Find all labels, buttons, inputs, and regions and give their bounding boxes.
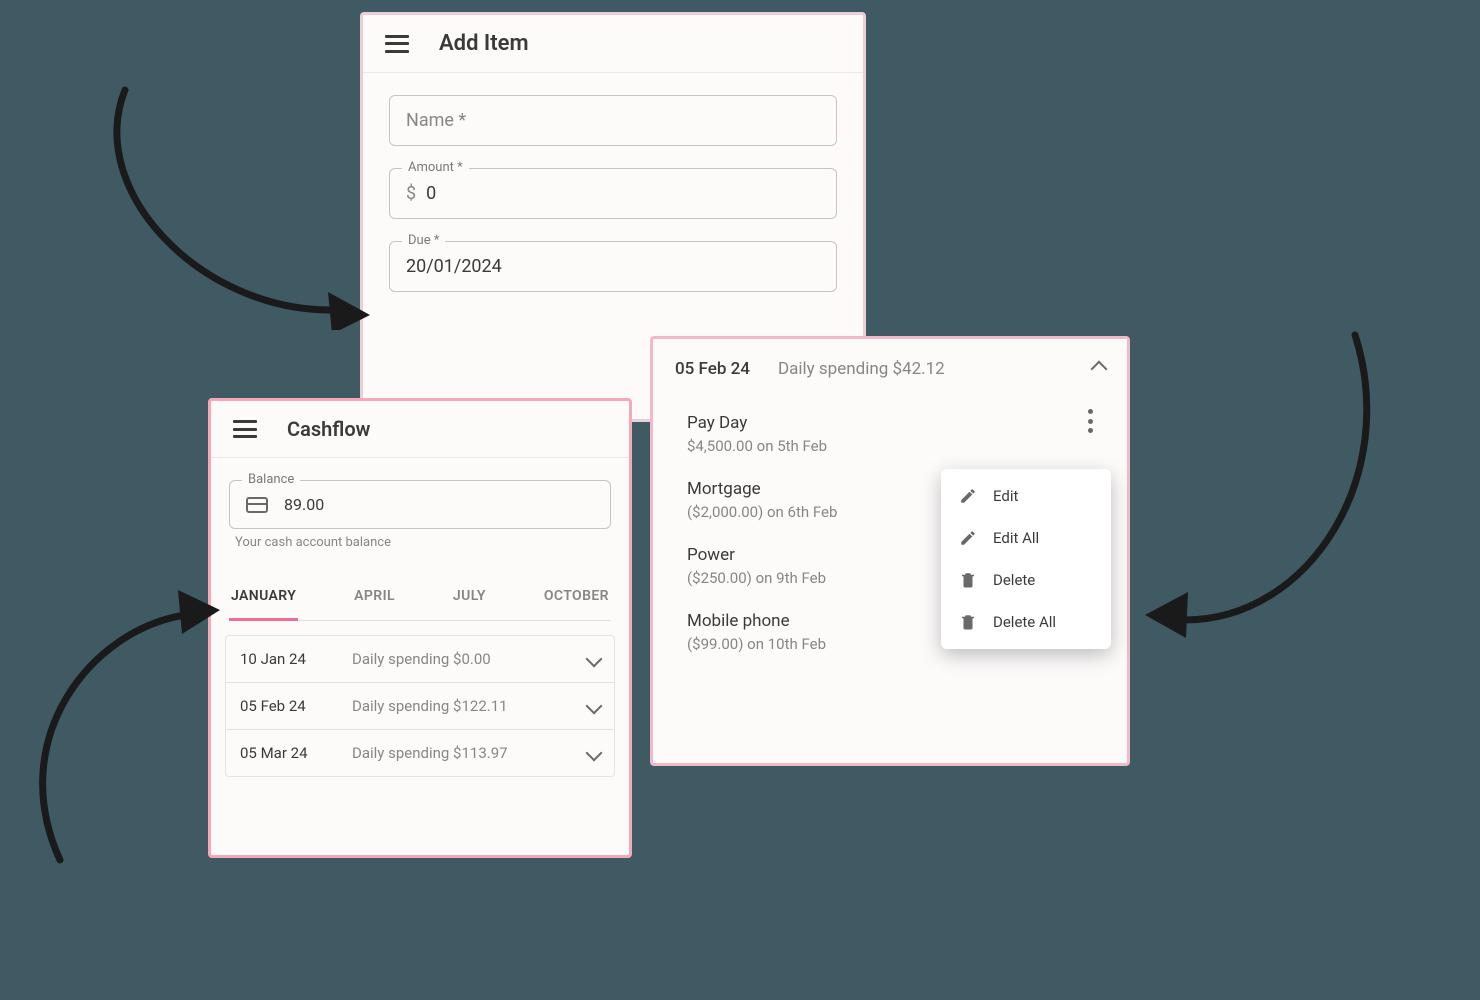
detail-spend: Daily spending $42.12: [778, 359, 1093, 379]
cashflow-row[interactable]: 10 Jan 24 Daily spending $0.00: [226, 636, 614, 683]
balance-helper: Your cash account balance: [235, 535, 629, 550]
card-icon: [246, 497, 268, 513]
context-menu: Edit Edit All Delete Delete All: [941, 469, 1111, 649]
hamburger-icon[interactable]: [385, 35, 409, 53]
arrow-decoration: [10, 570, 220, 870]
amount-field[interactable]: Amount * $0: [389, 168, 837, 219]
pencil-icon: [959, 487, 977, 505]
menu-edit[interactable]: Edit: [941, 475, 1111, 517]
detail-date: 05 Feb 24: [675, 359, 750, 379]
chevron-down-icon: [586, 698, 603, 715]
kebab-icon[interactable]: [1081, 409, 1099, 433]
due-field[interactable]: Due * 20/01/2024: [389, 241, 837, 292]
tab-january[interactable]: JANUARY: [229, 578, 298, 621]
balance-field[interactable]: Balance 89.00: [229, 480, 611, 529]
menu-edit-all[interactable]: Edit All: [941, 517, 1111, 559]
item-name: Pay Day: [687, 413, 1127, 433]
add-item-topbar: Add Item: [363, 15, 863, 73]
menu-delete[interactable]: Delete: [941, 559, 1111, 601]
menu-edit-all-label: Edit All: [993, 529, 1039, 547]
pencil-icon: [959, 529, 977, 547]
cashflow-row[interactable]: 05 Mar 24 Daily spending $113.97: [226, 730, 614, 776]
cashflow-panel: Cashflow Balance 89.00 Your cash account…: [208, 398, 632, 858]
cashflow-title: Cashflow: [287, 417, 370, 441]
due-label: Due *: [402, 233, 445, 248]
balance-value: 89.00: [284, 495, 324, 514]
trash-icon: [959, 571, 977, 589]
detail-header[interactable]: 05 Feb 24 Daily spending $42.12: [653, 339, 1127, 399]
item-sub: $4,500.00 on 5th Feb: [687, 437, 1127, 455]
tab-april[interactable]: APRIL: [352, 578, 397, 620]
arrow-decoration: [70, 70, 370, 330]
name-placeholder: Name *: [406, 110, 466, 131]
row-spend: Daily spending $0.00: [352, 650, 588, 668]
menu-delete-label: Delete: [993, 571, 1035, 589]
row-date: 05 Feb 24: [240, 697, 352, 715]
chevron-down-icon: [586, 651, 603, 668]
amount-value: 0: [426, 183, 436, 204]
cashflow-row[interactable]: 05 Feb 24 Daily spending $122.11: [226, 683, 614, 730]
menu-edit-label: Edit: [993, 487, 1018, 505]
chevron-down-icon: [586, 745, 603, 762]
hamburger-icon[interactable]: [233, 420, 257, 438]
add-item-title: Add Item: [439, 31, 529, 56]
balance-label: Balance: [242, 472, 300, 487]
detail-panel: 05 Feb 24 Daily spending $42.12 Pay Day …: [650, 336, 1130, 766]
currency-symbol: $: [406, 183, 416, 204]
arrow-decoration: [1130, 320, 1380, 660]
row-date: 10 Jan 24: [240, 650, 352, 668]
tab-july[interactable]: JULY: [451, 578, 488, 620]
row-spend: Daily spending $122.11: [352, 697, 588, 715]
month-tabs: JANUARY APRIL JULY OCTOBER: [229, 578, 611, 621]
amount-label: Amount *: [402, 160, 469, 175]
name-field[interactable]: Name *: [389, 95, 837, 146]
due-value: 20/01/2024: [406, 256, 502, 277]
row-spend: Daily spending $113.97: [352, 744, 588, 762]
menu-delete-all[interactable]: Delete All: [941, 601, 1111, 643]
detail-item: Pay Day $4,500.00 on 5th Feb: [687, 403, 1127, 469]
trash-icon: [959, 613, 977, 631]
cashflow-rows: 10 Jan 24 Daily spending $0.00 05 Feb 24…: [225, 635, 615, 777]
cashflow-topbar: Cashflow: [211, 401, 629, 458]
row-date: 05 Mar 24: [240, 744, 352, 762]
chevron-up-icon: [1091, 361, 1108, 378]
tab-october[interactable]: OCTOBER: [542, 578, 611, 620]
menu-delete-all-label: Delete All: [993, 613, 1056, 631]
